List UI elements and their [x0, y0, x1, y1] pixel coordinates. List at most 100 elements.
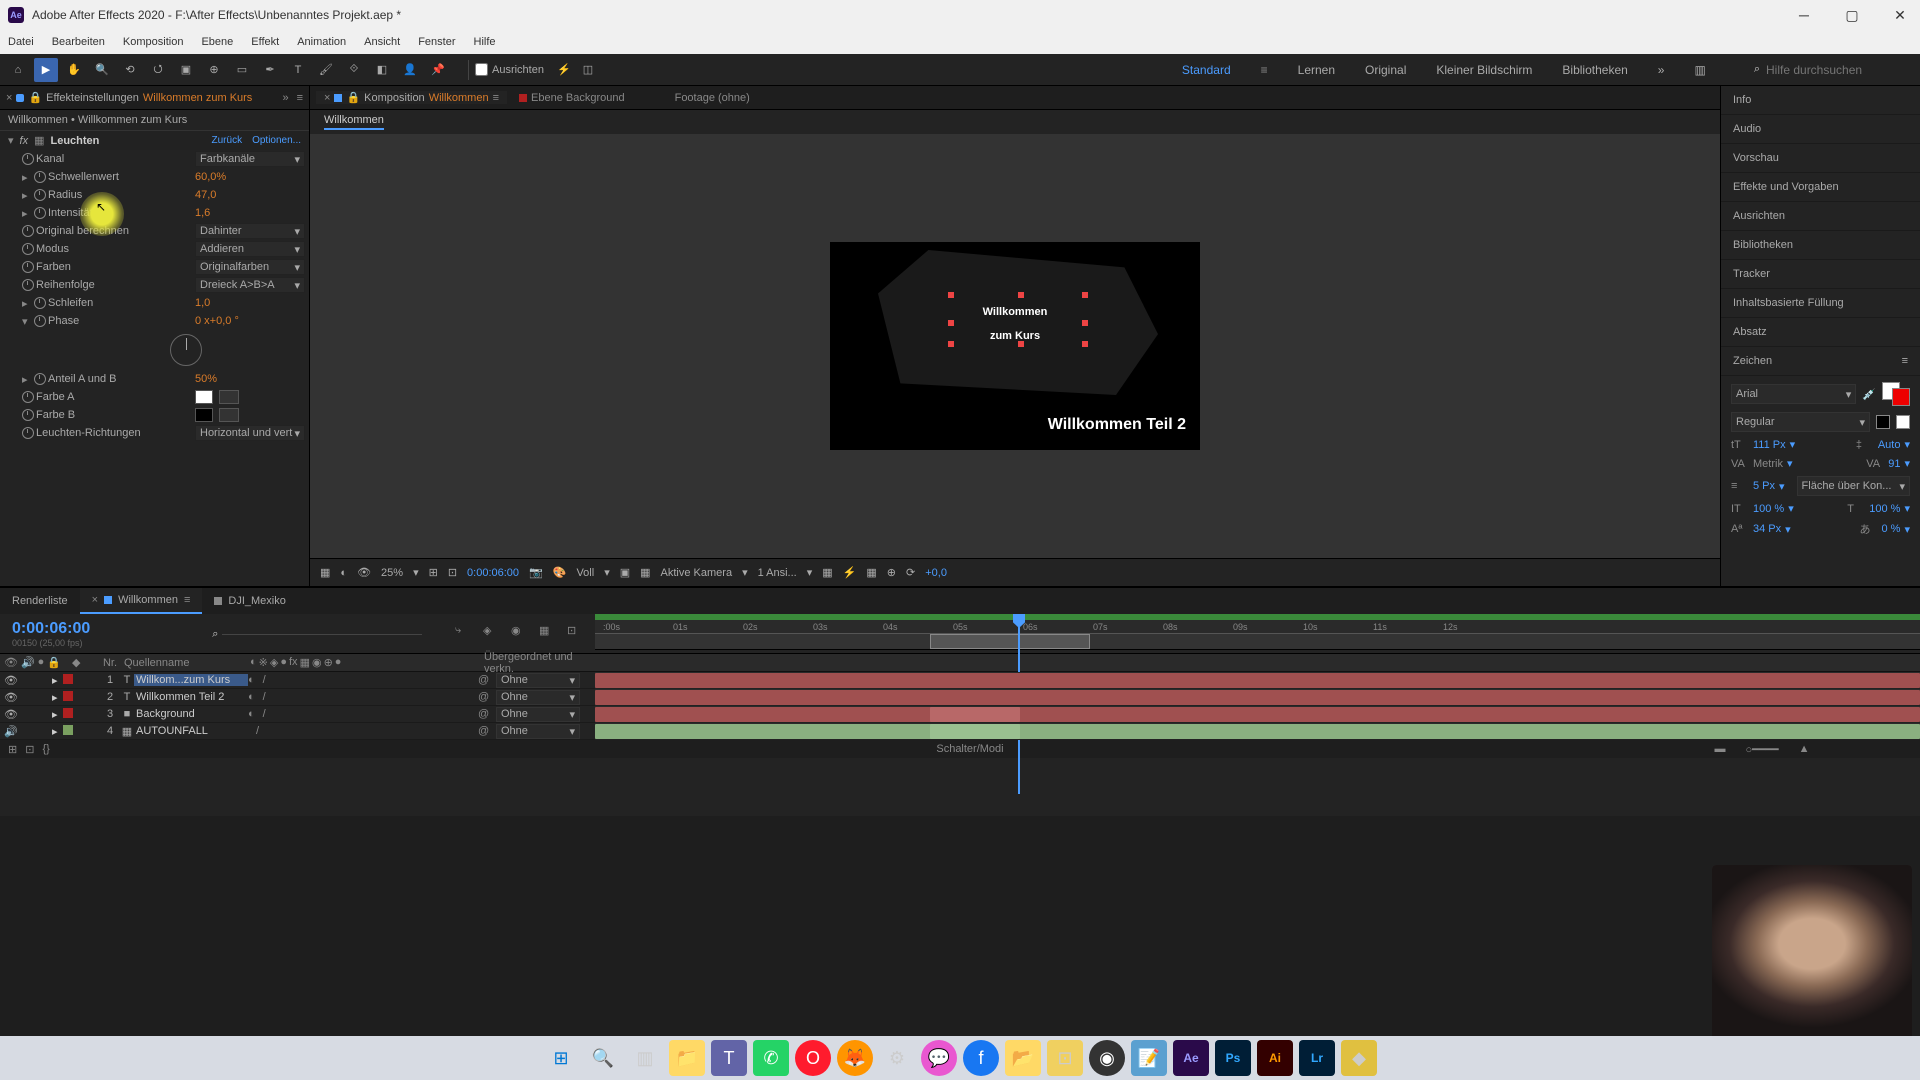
eye-icon[interactable]: 👁: [4, 708, 16, 720]
hscale-value[interactable]: 100 %: [1869, 503, 1900, 515]
vscale-value[interactable]: 100 %: [1753, 503, 1784, 515]
playhead[interactable]: [1013, 614, 1025, 649]
kanal-select[interactable]: Farbkanäle▾: [195, 151, 305, 167]
panel-bibliotheken[interactable]: Bibliotheken: [1721, 231, 1920, 260]
brush-tool-icon[interactable]: 🖌: [314, 58, 338, 82]
expand-icon[interactable]: ▸: [22, 373, 34, 386]
layer-tab[interactable]: Ebene Background: [511, 92, 633, 104]
explorer-icon[interactable]: 📁: [669, 1040, 705, 1076]
pixel-aspect-icon[interactable]: ▦: [822, 566, 832, 579]
font-size-value[interactable]: 111 Px: [1753, 439, 1786, 451]
stopwatch-icon[interactable]: [34, 189, 46, 201]
font-style-select[interactable]: Regular▾: [1731, 412, 1870, 432]
lock-col-icon[interactable]: 🔒: [47, 656, 61, 669]
schwellenwert-value[interactable]: 60,0%: [195, 171, 305, 183]
layer-segment[interactable]: [930, 707, 1020, 722]
menu-fenster[interactable]: Fenster: [418, 36, 455, 48]
timeline-tracks[interactable]: [595, 672, 1920, 740]
expand-icon[interactable]: ▸: [52, 674, 58, 687]
parent-select[interactable]: Ohne▾: [496, 673, 580, 688]
pickwhip-icon[interactable]: @: [478, 674, 496, 686]
expand-icon[interactable]: ▸: [22, 207, 34, 220]
baseline-value[interactable]: 34 Px: [1753, 523, 1781, 535]
obs-icon[interactable]: ◉: [1089, 1040, 1125, 1076]
pickwhip-icon[interactable]: @: [478, 725, 496, 737]
snap-options-icon[interactable]: ⚡: [552, 58, 576, 82]
app3-icon[interactable]: ◆: [1341, 1040, 1377, 1076]
panel-tracker[interactable]: Tracker: [1721, 260, 1920, 289]
toggle-blend-icon[interactable]: {}: [42, 743, 49, 756]
label-col-icon[interactable]: ◆: [72, 656, 80, 669]
anteil-value[interactable]: 50%: [195, 373, 305, 385]
grid-icon[interactable]: ⊡: [448, 566, 457, 579]
radius-value[interactable]: 47,0: [195, 189, 305, 201]
solo-col-icon[interactable]: ●: [38, 656, 45, 669]
fast-preview-icon[interactable]: ⚡: [843, 566, 857, 579]
kerning-value[interactable]: Metrik: [1753, 458, 1783, 470]
views-select[interactable]: 1 Ansi...: [758, 567, 797, 579]
workspace-original[interactable]: Original: [1365, 63, 1406, 77]
close-button[interactable]: ✕: [1888, 3, 1912, 27]
work-area-bar[interactable]: [595, 633, 1920, 649]
layer-row[interactable]: 👁▸ 1 T Willkom...zum Kurs ◐/ @ Ohne▾: [0, 672, 595, 689]
stopwatch-icon[interactable]: [22, 279, 34, 291]
stroke-value[interactable]: 5 Px: [1753, 480, 1775, 492]
hand-tool-icon[interactable]: ✋: [62, 58, 86, 82]
effect-visibility-icon[interactable]: ▦: [34, 134, 44, 147]
pickwhip-icon[interactable]: @: [478, 708, 496, 720]
graph-editor-icon[interactable]: ▦: [539, 624, 559, 644]
layer-bar[interactable]: [595, 673, 1920, 688]
ae-icon[interactable]: Ae: [1173, 1040, 1209, 1076]
pen-tool-icon[interactable]: ✒: [258, 58, 282, 82]
transparency-icon[interactable]: ▦: [640, 566, 650, 579]
expand-icon[interactable]: ▸: [22, 297, 34, 310]
eyedropper-a-icon[interactable]: [219, 390, 239, 404]
layer-segment[interactable]: [930, 724, 1020, 739]
label-color[interactable]: [63, 725, 73, 735]
parent-select[interactable]: Ohne▾: [496, 724, 580, 739]
start-icon[interactable]: ⊞: [543, 1040, 579, 1076]
switch-col-icon[interactable]: ◐: [250, 656, 257, 669]
stopwatch-icon[interactable]: [22, 261, 34, 273]
task-view-icon[interactable]: ▥: [627, 1040, 663, 1076]
intensitaet-value[interactable]: 1,6: [195, 207, 305, 219]
maximize-button[interactable]: ▢: [1840, 3, 1864, 27]
menu-hilfe[interactable]: Hilfe: [474, 36, 496, 48]
col-name-header[interactable]: Quellenname: [120, 657, 250, 669]
snapshot-icon[interactable]: 📷: [529, 566, 543, 579]
comp-breadcrumb[interactable]: Willkommen: [324, 114, 384, 130]
layer-bar[interactable]: [595, 690, 1920, 705]
whatsapp-icon[interactable]: ✆: [753, 1040, 789, 1076]
label-color[interactable]: [63, 708, 73, 718]
resolution-select[interactable]: Voll: [576, 567, 594, 579]
farben-select[interactable]: Originalfarben▾: [195, 259, 305, 275]
eraser-tool-icon[interactable]: ◧: [370, 58, 394, 82]
tracking-value[interactable]: 91: [1888, 458, 1900, 470]
leading-value[interactable]: Auto: [1878, 439, 1901, 451]
reihenfolge-select[interactable]: Dreieck A>B>A▾: [195, 277, 305, 293]
stroke-color-swatch[interactable]: [1892, 388, 1910, 406]
richtungen-select[interactable]: Horizontal und vert▾: [195, 425, 305, 441]
menu-datei[interactable]: Datei: [8, 36, 34, 48]
zoom-out-icon[interactable]: ▬: [1714, 743, 1725, 756]
eye-icon[interactable]: 👁: [4, 691, 16, 703]
stopwatch-icon[interactable]: [34, 297, 46, 309]
orbit-tool-icon[interactable]: ⟲: [118, 58, 142, 82]
anchor-tool-icon[interactable]: ⊕: [202, 58, 226, 82]
workspace-reset-icon[interactable]: ▥: [1694, 63, 1705, 77]
firefox-icon[interactable]: 🦊: [837, 1040, 873, 1076]
ps-icon[interactable]: Ps: [1215, 1040, 1251, 1076]
phase-dial[interactable]: [170, 334, 202, 366]
opera-icon[interactable]: O: [795, 1040, 831, 1076]
ai-icon[interactable]: Ai: [1257, 1040, 1293, 1076]
eye-col-icon[interactable]: 👁: [4, 656, 18, 669]
snap-checkbox[interactable]: Ausrichten: [475, 63, 544, 76]
composition-view[interactable]: Willkommen zum Kurs Willkommen Teil 2: [310, 134, 1720, 558]
snap-mode-icon[interactable]: ◫: [576, 58, 600, 82]
lr-icon[interactable]: Lr: [1299, 1040, 1335, 1076]
stopwatch-icon[interactable]: [34, 207, 46, 219]
task-search-icon[interactable]: 🔍: [585, 1040, 621, 1076]
puppet-tool-icon[interactable]: 📌: [426, 58, 450, 82]
expand-icon[interactable]: ▸: [52, 691, 58, 704]
label-color[interactable]: [63, 691, 73, 701]
